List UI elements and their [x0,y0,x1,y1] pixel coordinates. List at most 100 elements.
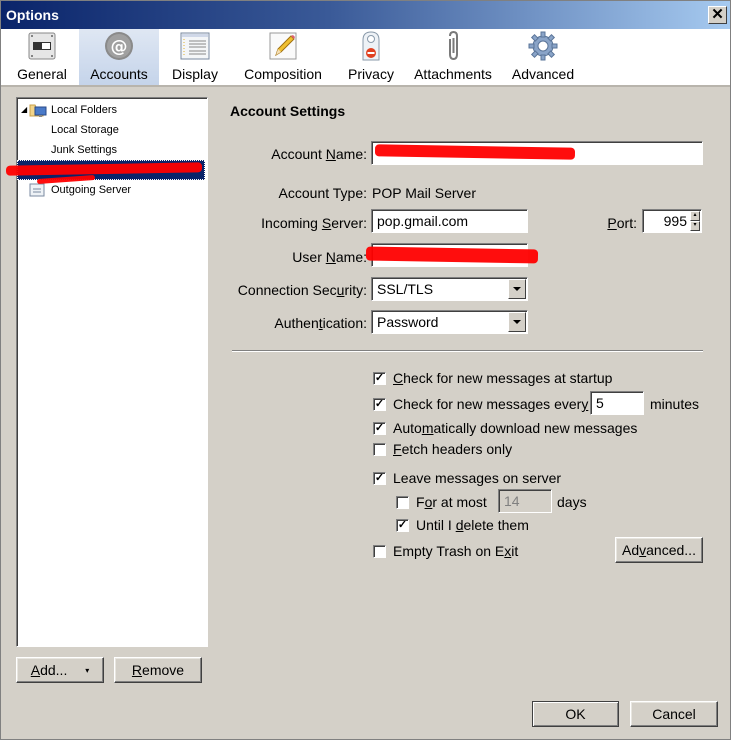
tree-item-junk-settings[interactable]: Junk Settings [17,140,205,160]
fetch-headers-option[interactable]: Fetch headers only [373,441,512,457]
option-label: Empty Trash on Exit [393,543,518,559]
chevron-down-icon[interactable] [508,279,526,299]
field-value: 14 [504,493,520,509]
spin-up-icon[interactable]: ▴ [690,211,700,221]
advanced-button[interactable]: Advanced... [615,537,703,563]
check-startup-checkbox[interactable]: ✓ [373,371,386,385]
authentication-select[interactable]: Password [371,310,528,334]
cancel-button[interactable]: Cancel [630,701,718,727]
remove-account-button[interactable]: Remove [114,657,202,683]
label-part: atically download new messages [433,420,638,436]
field-value: 995 [663,213,687,229]
tab-label: Privacy [348,66,394,82]
mnemonic: N [325,249,336,265]
option-label: Check for new messages at startup [393,370,612,386]
server-icon [29,183,45,204]
display-window-icon [179,30,211,62]
until-delete-option[interactable]: ✓ Until I delete them [396,517,529,533]
connection-security-label: Connection Security: [231,282,367,298]
label-part: Check for new messages ever [393,396,582,412]
tab-label: Attachments [414,66,492,82]
tab-display[interactable]: Display [159,29,231,85]
spin-down-icon[interactable]: ▾ [690,221,700,231]
user-name-label: User Name: [231,249,367,265]
option-label: Leave messages on server [393,470,562,486]
until-delete-checkbox[interactable]: ✓ [396,518,409,532]
tree-item-label: Local Folders [51,104,118,116]
tab-general[interactable]: General [5,29,79,85]
ok-button[interactable]: OK [532,701,619,727]
at-sign-icon: @ [103,30,135,62]
redaction-mark [365,246,539,264]
add-text: dd... [40,662,68,678]
label-part: it [511,543,519,559]
days-input[interactable]: 14 [498,489,552,513]
options-dialog: Options ✕ General @ Accounts Display Com… [0,0,731,740]
mnemonic: y [581,396,589,412]
account-type-value: POP Mail Server [372,185,476,201]
mnemonic: R [131,662,143,678]
tab-advanced[interactable]: Advanced [499,29,587,85]
close-button[interactable]: ✕ [708,6,727,24]
option-label: Fetch headers only [393,441,512,457]
pencil-icon [267,30,299,62]
tab-privacy[interactable]: Privacy [335,29,407,85]
add-account-button[interactable]: Add... ▾ [16,657,104,683]
label-part: elete them [463,517,529,533]
label-part: Ad [622,542,640,558]
auto-download-checkbox[interactable]: ✓ [373,421,386,435]
tab-accounts[interactable]: @ Accounts [79,29,159,85]
close-icon: ✕ [711,6,724,23]
leave-on-server-option[interactable]: ✓ Leave messages on server [373,470,561,486]
empty-trash-checkbox[interactable] [373,544,386,558]
mnemonic: F [393,441,402,457]
empty-trash-option[interactable]: Empty Trash on Exit [373,543,518,559]
mnemonic: C [393,370,404,386]
label-part: Empty Trash on E [393,543,505,559]
label-part: Authen [274,315,319,331]
add-label: Add... [31,662,68,678]
label-part: etch headers only [401,441,513,457]
account-type-label: Account Type: [278,185,367,201]
incoming-server-input[interactable]: pop.gmail.com [371,209,528,233]
check-startup-option[interactable]: ✓ Check for new messages at startup [373,370,612,386]
label-part: heck for new messages at startup [403,370,613,386]
tab-composition[interactable]: Composition [231,29,335,85]
expand-arrow-icon[interactable]: ◢ [21,100,27,120]
mnemonic: A [30,662,41,678]
check-every-option[interactable]: ✓ Check for new messages every [373,396,588,412]
label-part: Connection Sec [237,282,337,298]
gear-icon [527,30,559,62]
dropdown-arrow-icon: ▾ [85,666,90,676]
auto-download-option[interactable]: ✓ Automatically download new messages [373,420,637,436]
check-minutes-input[interactable]: 5 [590,391,644,415]
label-part: erver: [331,215,367,231]
option-label: Automatically download new messages [393,420,637,436]
field-value: SSL/TLS [377,281,434,297]
tab-label: Advanced [511,66,575,82]
authentication-label: Authentication: [231,315,367,331]
tree-item-local-folders[interactable]: ◢ Local Folders [17,100,205,120]
for-at-most-checkbox[interactable] [396,495,409,509]
tree-item-local-storage[interactable]: Local Storage [17,120,205,140]
title-bar[interactable]: Options ✕ [1,1,730,29]
mnemonic: m [421,420,434,436]
connection-security-select[interactable]: SSL/TLS [371,277,528,301]
option-label: Check for new messages every [393,396,588,412]
label-part: Auto [393,420,422,436]
port-spinner[interactable]: ▴ ▾ [690,211,700,231]
field-value: Password [377,314,439,330]
for-at-most-option[interactable]: For at most [396,494,487,510]
tab-attachments[interactable]: Attachments [407,29,499,85]
leave-on-server-checkbox[interactable]: ✓ [373,471,386,485]
separator [232,350,703,352]
fetch-headers-checkbox[interactable] [373,442,386,456]
mnemonic: S [321,215,332,231]
account-name-label: Account Name: [231,146,367,162]
port-input[interactable]: 995 ▴ ▾ [642,209,702,233]
check-every-checkbox[interactable]: ✓ [373,397,386,411]
label-part: F [416,494,425,510]
tree-item-label: Outgoing Server [51,184,132,196]
remove-text: emove [142,662,185,678]
chevron-down-icon[interactable] [508,312,526,332]
